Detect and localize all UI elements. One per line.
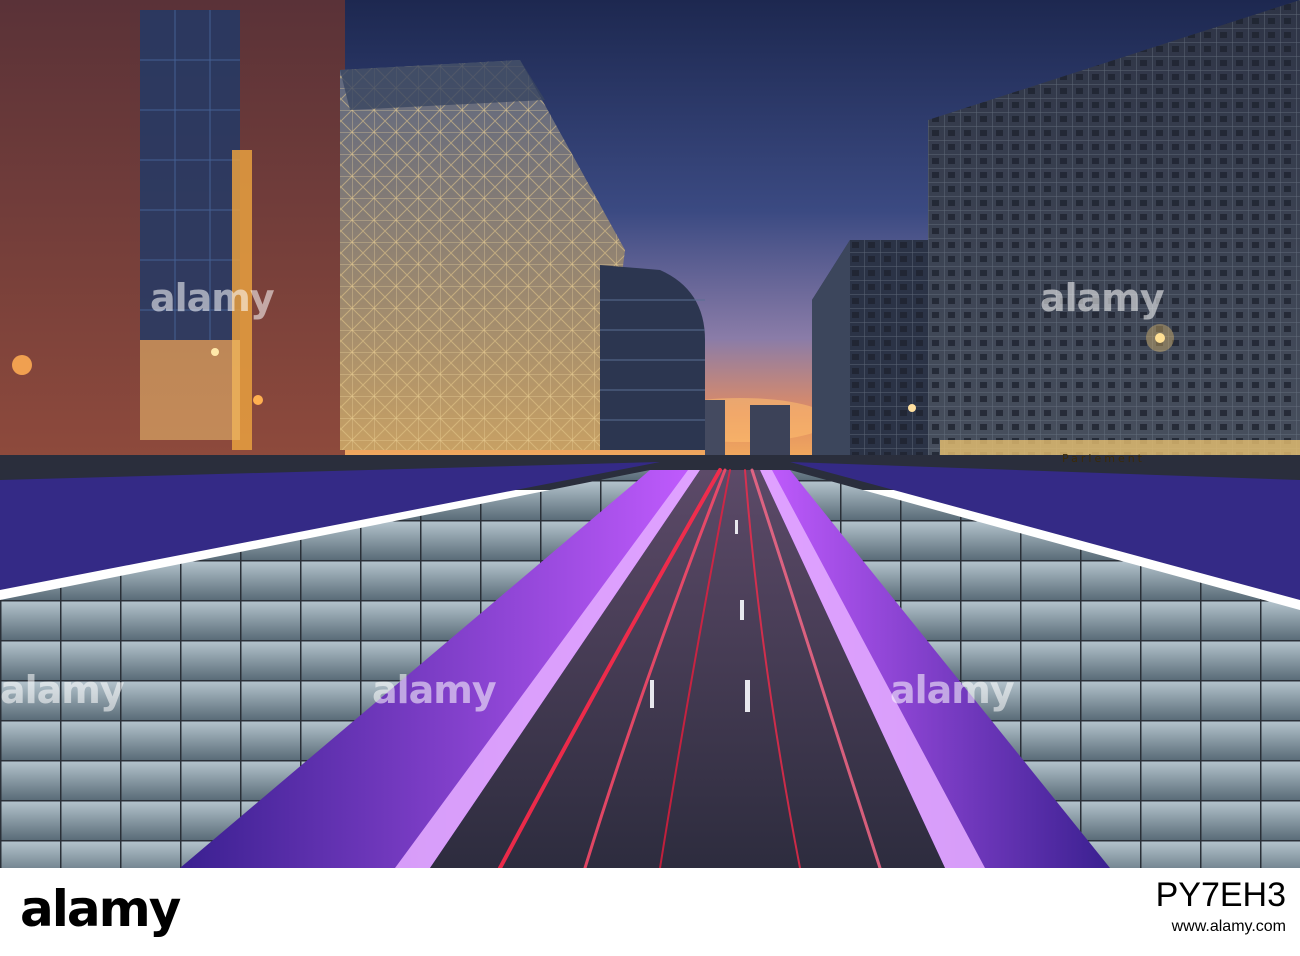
image-id: PY7EH3	[1155, 876, 1286, 914]
stock-photo-page: Parlement alamy alamy alamy alamy alamy …	[0, 0, 1300, 956]
watermark: alamy	[1040, 276, 1165, 320]
watermark: alamy	[0, 668, 125, 712]
watermark: alamy	[150, 276, 275, 320]
watermark: alamy	[372, 668, 497, 712]
building-sign: Parlement	[1062, 452, 1145, 465]
stock-footer: alamy PY7EH3 www.alamy.com	[0, 868, 1300, 956]
alamy-logo[interactable]: alamy	[20, 880, 181, 938]
photo-brussels-tunnel-dusk	[0, 0, 1300, 868]
watermark: alamy	[890, 668, 1015, 712]
site-url[interactable]: www.alamy.com	[1172, 918, 1286, 936]
